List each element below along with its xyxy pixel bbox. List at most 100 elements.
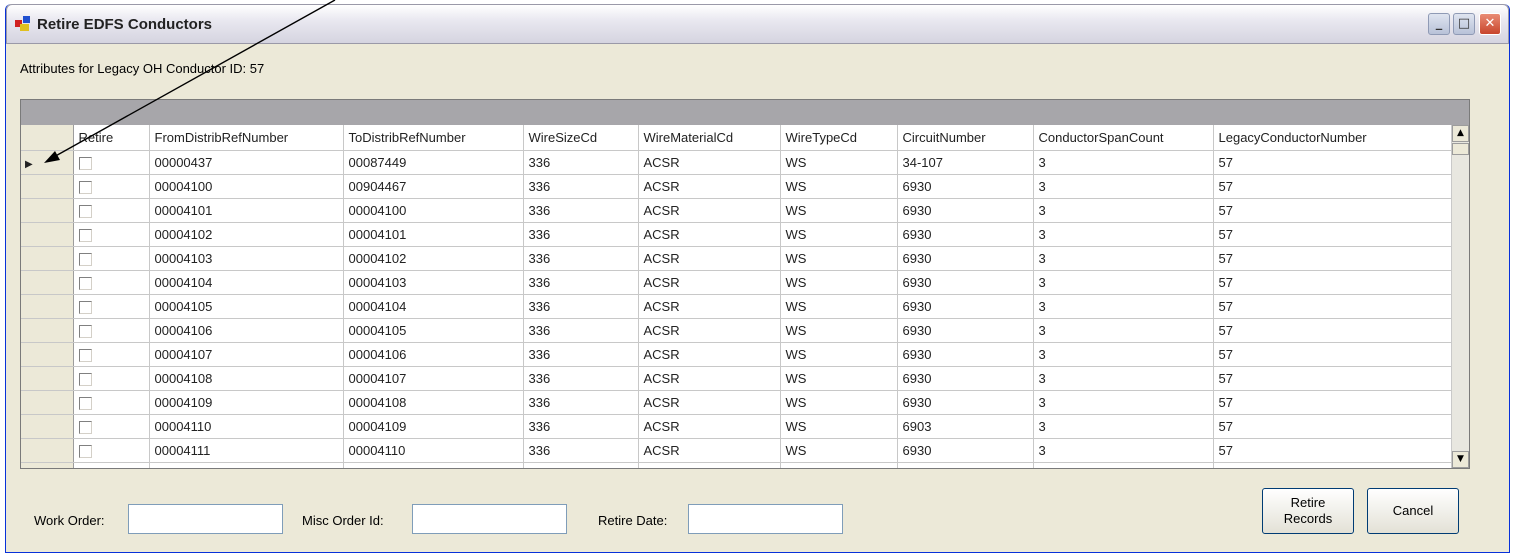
retire-checkbox[interactable] — [78, 420, 92, 434]
legacy-number-cell[interactable]: 57 — [1213, 198, 1452, 223]
retire-checkbox[interactable] — [78, 276, 92, 290]
span-count-cell[interactable]: 3 — [1033, 222, 1214, 247]
span-count-cell[interactable]: 3 — [1033, 174, 1214, 199]
circuit-number-cell[interactable]: 6930 — [897, 366, 1034, 391]
circuit-number-cell[interactable]: 6930 — [897, 318, 1034, 343]
retire-checkbox-cell[interactable] — [73, 246, 150, 271]
column-header-retire[interactable]: Retire — [73, 125, 150, 151]
circuit-number-cell[interactable]: 6930 — [897, 174, 1034, 199]
wire-material-cell[interactable]: ACSR — [638, 318, 781, 343]
wire-size-cell[interactable] — [523, 462, 639, 468]
retire-checkbox-cell[interactable] — [73, 462, 150, 468]
span-count-cell[interactable]: 3 — [1033, 270, 1214, 295]
row-header[interactable] — [21, 222, 74, 247]
column-header-wire-type[interactable]: WireTypeCd — [780, 125, 898, 151]
legacy-number-cell[interactable] — [1213, 462, 1452, 468]
retire-checkbox[interactable] — [78, 204, 92, 218]
close-button[interactable]: ✕ — [1479, 13, 1501, 35]
retire-checkbox-cell[interactable] — [73, 390, 150, 415]
legacy-number-cell[interactable]: 57 — [1213, 438, 1452, 463]
minimize-button[interactable]: _ — [1428, 13, 1450, 35]
from-distrib-cell[interactable]: 00004104 — [149, 270, 344, 295]
column-header-circuit-number[interactable]: CircuitNumber — [897, 125, 1034, 151]
wire-type-cell[interactable]: WS — [780, 246, 898, 271]
from-distrib-cell[interactable]: 00004100 — [149, 174, 344, 199]
retire-checkbox[interactable] — [78, 396, 92, 410]
row-header[interactable] — [21, 246, 74, 271]
wire-size-cell[interactable]: 336 — [523, 390, 639, 415]
title-bar[interactable]: Retire EDFS Conductors _ □ ✕ — [6, 4, 1509, 44]
retire-checkbox[interactable] — [78, 252, 92, 266]
circuit-number-cell[interactable]: 6930 — [897, 390, 1034, 415]
from-distrib-cell[interactable]: 00004108 — [149, 366, 344, 391]
wire-material-cell[interactable]: ACSR — [638, 150, 781, 175]
span-count-cell[interactable]: 3 — [1033, 414, 1214, 439]
wire-type-cell[interactable]: WS — [780, 150, 898, 175]
vertical-scrollbar[interactable]: ▲ ▼ — [1451, 125, 1469, 468]
span-count-cell[interactable]: 3 — [1033, 366, 1214, 391]
column-header-span-count[interactable]: ConductorSpanCount — [1033, 125, 1214, 151]
to-distrib-cell[interactable]: 00904467 — [343, 174, 524, 199]
legacy-number-cell[interactable]: 57 — [1213, 294, 1452, 319]
wire-size-cell[interactable]: 336 — [523, 174, 639, 199]
span-count-cell[interactable]: 3 — [1033, 390, 1214, 415]
span-count-cell[interactable]: 3 — [1033, 246, 1214, 271]
wire-type-cell[interactable]: WS — [780, 414, 898, 439]
span-count-cell[interactable]: 3 — [1033, 294, 1214, 319]
wire-size-cell[interactable]: 336 — [523, 366, 639, 391]
scroll-up-button[interactable]: ▲ — [1452, 125, 1469, 142]
legacy-number-cell[interactable]: 57 — [1213, 270, 1452, 295]
retire-checkbox[interactable] — [78, 228, 92, 242]
retire-checkbox[interactable] — [78, 444, 92, 458]
column-header-from-distrib[interactable]: FromDistribRefNumber — [149, 125, 344, 151]
wire-material-cell[interactable]: ACSR — [638, 294, 781, 319]
to-distrib-cell[interactable]: 00004101 — [343, 222, 524, 247]
to-distrib-cell[interactable] — [343, 462, 524, 468]
row-header[interactable] — [21, 366, 74, 391]
from-distrib-cell[interactable]: 00004102 — [149, 222, 344, 247]
retire-checkbox-cell[interactable] — [73, 270, 150, 295]
to-distrib-cell[interactable]: 00004103 — [343, 270, 524, 295]
row-header[interactable] — [21, 462, 74, 468]
row-header[interactable] — [21, 270, 74, 295]
wire-material-cell[interactable]: ACSR — [638, 366, 781, 391]
wire-type-cell[interactable]: WS — [780, 366, 898, 391]
table-row[interactable]: 00004111 00004110 336 ACSR WS 6930 3 57 — [21, 438, 1452, 463]
retire-checkbox[interactable] — [78, 324, 92, 338]
wire-material-cell[interactable]: ACSR — [638, 246, 781, 271]
row-header[interactable] — [21, 342, 74, 367]
scroll-down-button[interactable]: ▼ — [1452, 451, 1469, 468]
circuit-number-cell[interactable]: 6903 — [897, 414, 1034, 439]
circuit-number-cell[interactable]: 34-107 — [897, 150, 1034, 175]
to-distrib-cell[interactable]: 00004100 — [343, 198, 524, 223]
span-count-cell[interactable]: 3 — [1033, 150, 1214, 175]
legacy-number-cell[interactable]: 57 — [1213, 150, 1452, 175]
legacy-number-cell[interactable]: 57 — [1213, 342, 1452, 367]
table-row[interactable]: 00004106 00004105 336 ACSR WS 6930 3 57 — [21, 318, 1452, 343]
circuit-number-cell[interactable]: 6930 — [897, 342, 1034, 367]
wire-type-cell[interactable]: WS — [780, 318, 898, 343]
to-distrib-cell[interactable]: 00004110 — [343, 438, 524, 463]
retire-checkbox-cell[interactable] — [73, 342, 150, 367]
column-header-to-distrib[interactable]: ToDistribRefNumber — [343, 125, 524, 151]
table-row[interactable]: 00004109 00004108 336 ACSR WS 6930 3 57 — [21, 390, 1452, 415]
from-distrib-cell[interactable]: 00004106 — [149, 318, 344, 343]
circuit-number-cell[interactable]: 6930 — [897, 198, 1034, 223]
wire-material-cell[interactable] — [638, 462, 781, 468]
row-header[interactable] — [21, 294, 74, 319]
row-header[interactable]: ▶ — [21, 150, 74, 175]
table-row[interactable]: 00004105 00004104 336 ACSR WS 6930 3 57 — [21, 294, 1452, 319]
retire-checkbox-cell[interactable] — [73, 414, 150, 439]
retire-date-input[interactable] — [688, 504, 843, 534]
wire-type-cell[interactable]: WS — [780, 390, 898, 415]
table-row[interactable]: 00004103 00004102 336 ACSR WS 6930 3 57 — [21, 246, 1452, 271]
span-count-cell[interactable]: 3 — [1033, 318, 1214, 343]
to-distrib-cell[interactable]: 00004102 — [343, 246, 524, 271]
wire-size-cell[interactable]: 336 — [523, 318, 639, 343]
wire-material-cell[interactable]: ACSR — [638, 438, 781, 463]
circuit-number-cell[interactable]: 6930 — [897, 438, 1034, 463]
wire-material-cell[interactable]: ACSR — [638, 174, 781, 199]
wire-size-cell[interactable]: 336 — [523, 222, 639, 247]
circuit-number-cell[interactable]: 6930 — [897, 222, 1034, 247]
retire-checkbox[interactable] — [78, 156, 92, 170]
